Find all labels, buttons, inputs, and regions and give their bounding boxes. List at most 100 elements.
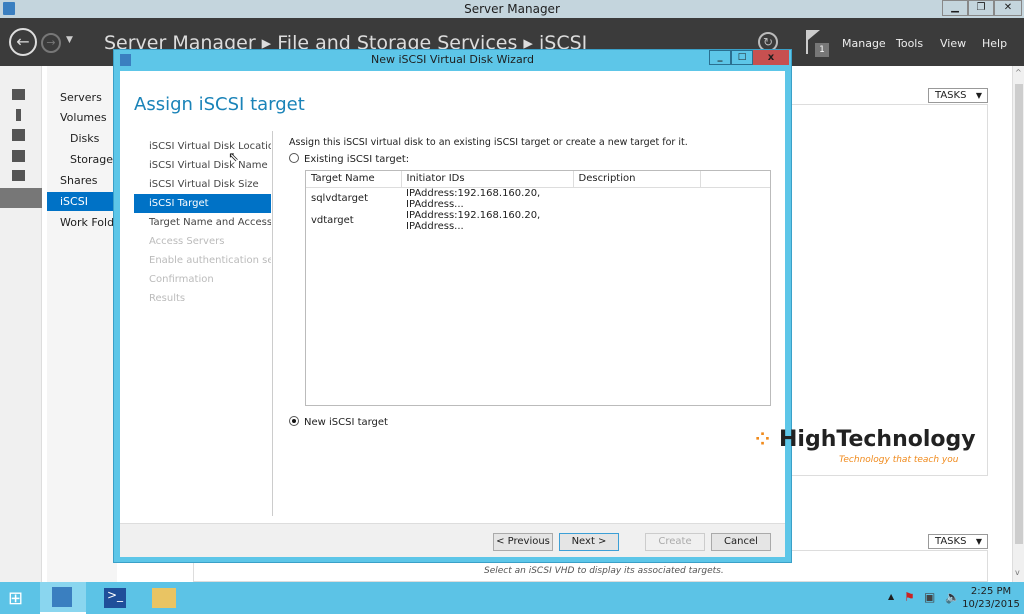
- dialog-minimize-button[interactable]: _: [709, 50, 731, 65]
- mouse-cursor-icon: ⇖: [228, 150, 239, 165]
- vertical-scrollbar[interactable]: ^ v: [1012, 66, 1024, 582]
- next-button[interactable]: Next >: [559, 533, 619, 551]
- clock[interactable]: 2:25 PM 10/23/2015: [962, 585, 1020, 611]
- cancel-button[interactable]: Cancel: [711, 533, 771, 551]
- cell-description: [573, 187, 700, 210]
- menu-help[interactable]: Help: [982, 37, 1007, 50]
- cell-description: [573, 210, 700, 232]
- table-header: Target Name Initiator IDs Description: [306, 171, 770, 187]
- dialog-body: Assign iSCSI target iSCSI Virtual Disk L…: [120, 71, 976, 557]
- tasks-label: TASKS: [935, 90, 967, 101]
- cell-target-name: sqlvdtarget: [311, 193, 369, 204]
- wizard-dialog: New iSCSI Virtual Disk Wizard _ □ x Assi…: [113, 49, 976, 563]
- step-disk-size: iSCSI Virtual Disk Size: [149, 179, 259, 190]
- taskbar: ⊞ >_ ▲ ⚑ ▣ 🔈 2:25 PM 10/23/2015: [0, 582, 1024, 614]
- close-button[interactable]: ✕: [994, 0, 1022, 16]
- targets-hint: Select an iSCSI VHD to display its assoc…: [484, 566, 724, 576]
- nav-work-folders[interactable]: Work Fold: [47, 213, 113, 232]
- cell-initiator-ids: IPAddress:192.168.160.20, IPAddress...: [406, 187, 541, 210]
- wizard-heading: Assign iSCSI target: [134, 94, 305, 115]
- existing-target-radio[interactable]: [289, 153, 299, 163]
- menu-tools[interactable]: Tools: [896, 37, 923, 50]
- nav-volumes[interactable]: Volumes: [47, 108, 113, 127]
- nav-servers[interactable]: Servers: [47, 88, 113, 107]
- window-title: Server Manager: [464, 2, 560, 16]
- menu-manage[interactable]: Manage: [842, 37, 886, 50]
- scroll-up-icon[interactable]: ^: [1015, 68, 1022, 77]
- column-target-name[interactable]: Target Name: [306, 171, 402, 187]
- step-results: Results: [149, 293, 186, 304]
- step-target-name-access: Target Name and Access: [149, 217, 271, 228]
- targets-table: Target Name Initiator IDs Description sq…: [305, 170, 771, 406]
- nav-iscsi[interactable]: iSCSI: [47, 192, 113, 211]
- instruction-text: Assign this iSCSI virtual disk to an exi…: [289, 137, 688, 148]
- chevron-down-icon: ▼: [975, 537, 982, 546]
- existing-target-option[interactable]: Existing iSCSI target:: [289, 153, 409, 165]
- sub-navigation: Servers Volumes Disks Storage Shares iSC…: [47, 66, 117, 582]
- create-button: Create: [645, 533, 705, 551]
- chevron-down-icon: ▼: [975, 91, 982, 100]
- scroll-thumb[interactable]: [1015, 84, 1023, 544]
- dialog-app-icon: [120, 54, 131, 66]
- forward-icon[interactable]: →: [41, 33, 61, 53]
- tasks-button-bottom[interactable]: TASKS ▼: [928, 534, 988, 549]
- new-target-option[interactable]: New iSCSI target: [289, 416, 388, 428]
- step-disk-name: iSCSI Virtual Disk Name: [149, 160, 268, 171]
- file-explorer-icon[interactable]: [152, 588, 176, 608]
- restore-button[interactable]: ❐: [968, 0, 994, 16]
- powershell-icon[interactable]: >_: [104, 588, 126, 608]
- network-warning-icon[interactable]: ▣: [924, 590, 935, 604]
- action-center-flag-icon[interactable]: ⚑: [904, 590, 915, 604]
- dialog-title-bar: New iSCSI Virtual Disk Wizard _ □ x: [114, 50, 791, 70]
- taskbar-server-manager[interactable]: [40, 582, 86, 614]
- show-hidden-icons[interactable]: ▲: [888, 592, 894, 601]
- app-icon: [3, 2, 15, 15]
- tasks-button-top[interactable]: TASKS ▼: [928, 88, 988, 103]
- notification-count: 1: [815, 43, 829, 57]
- clock-time: 2:25 PM: [970, 586, 1012, 597]
- dashboard-icon[interactable]: [12, 89, 25, 100]
- dialog-maximize-button[interactable]: □: [731, 50, 753, 65]
- logo-mark-icon: ⁘: [755, 429, 771, 450]
- existing-target-label: Existing iSCSI target:: [304, 154, 410, 165]
- storage-icon[interactable]: [12, 170, 25, 181]
- nav-shares[interactable]: Shares: [47, 171, 113, 190]
- step-enable-auth: Enable authentication ser...: [149, 255, 271, 266]
- tasks-label: TASKS: [935, 536, 967, 547]
- back-icon[interactable]: ←: [9, 28, 37, 56]
- server-manager-icon: [52, 587, 72, 607]
- role-icon-column: [0, 66, 42, 582]
- previous-button[interactable]: < Previous: [493, 533, 553, 551]
- new-target-label: New iSCSI target: [304, 417, 388, 428]
- column-initiator-ids[interactable]: Initiator IDs: [401, 171, 574, 187]
- nav-storage[interactable]: Storage: [47, 150, 113, 169]
- all-servers-icon[interactable]: [12, 129, 25, 141]
- step-access-servers: Access Servers: [149, 236, 225, 247]
- cell-target-name: vdtarget: [311, 215, 354, 226]
- start-windows-icon[interactable]: ⊞: [8, 589, 30, 609]
- nav-disks[interactable]: Disks: [47, 129, 113, 148]
- dialog-close-button[interactable]: x: [753, 50, 789, 65]
- notifications-flag-icon[interactable]: 1: [806, 30, 829, 57]
- volume-muted-icon[interactable]: 🔈: [945, 590, 960, 604]
- menu-view[interactable]: View: [940, 37, 966, 50]
- file-storage-services-icon[interactable]: [0, 188, 42, 208]
- title-bar: Server Manager ▁ ❐ ✕: [0, 0, 1024, 18]
- step-iscsi-target: iSCSI Target: [134, 194, 271, 213]
- step-disk-location: iSCSI Virtual Disk Location: [149, 141, 271, 152]
- watermark-brand: HighTechnology: [779, 427, 976, 452]
- scroll-down-icon[interactable]: v: [1015, 568, 1020, 577]
- clock-date: 10/23/2015: [962, 599, 1020, 610]
- table-row[interactable]: vdtarget IPAddress:192.168.160.20, IPAdd…: [306, 210, 770, 232]
- column-description[interactable]: Description: [573, 171, 701, 187]
- step-confirmation: Confirmation: [149, 274, 214, 285]
- history-dropdown-icon[interactable]: ▼: [66, 35, 73, 45]
- table-row[interactable]: sqlvdtarget IPAddress:192.168.160.20, IP…: [306, 187, 770, 210]
- file-services-icon[interactable]: [12, 150, 25, 162]
- new-target-radio[interactable]: [289, 416, 299, 426]
- local-server-icon[interactable]: [16, 109, 21, 121]
- minimize-button[interactable]: ▁: [942, 0, 968, 16]
- dialog-title: New iSCSI Virtual Disk Wizard: [370, 53, 534, 66]
- cell-initiator-ids: IPAddress:192.168.160.20, IPAddress...: [406, 209, 541, 232]
- watermark-tagline: Technology that teach you: [839, 455, 959, 465]
